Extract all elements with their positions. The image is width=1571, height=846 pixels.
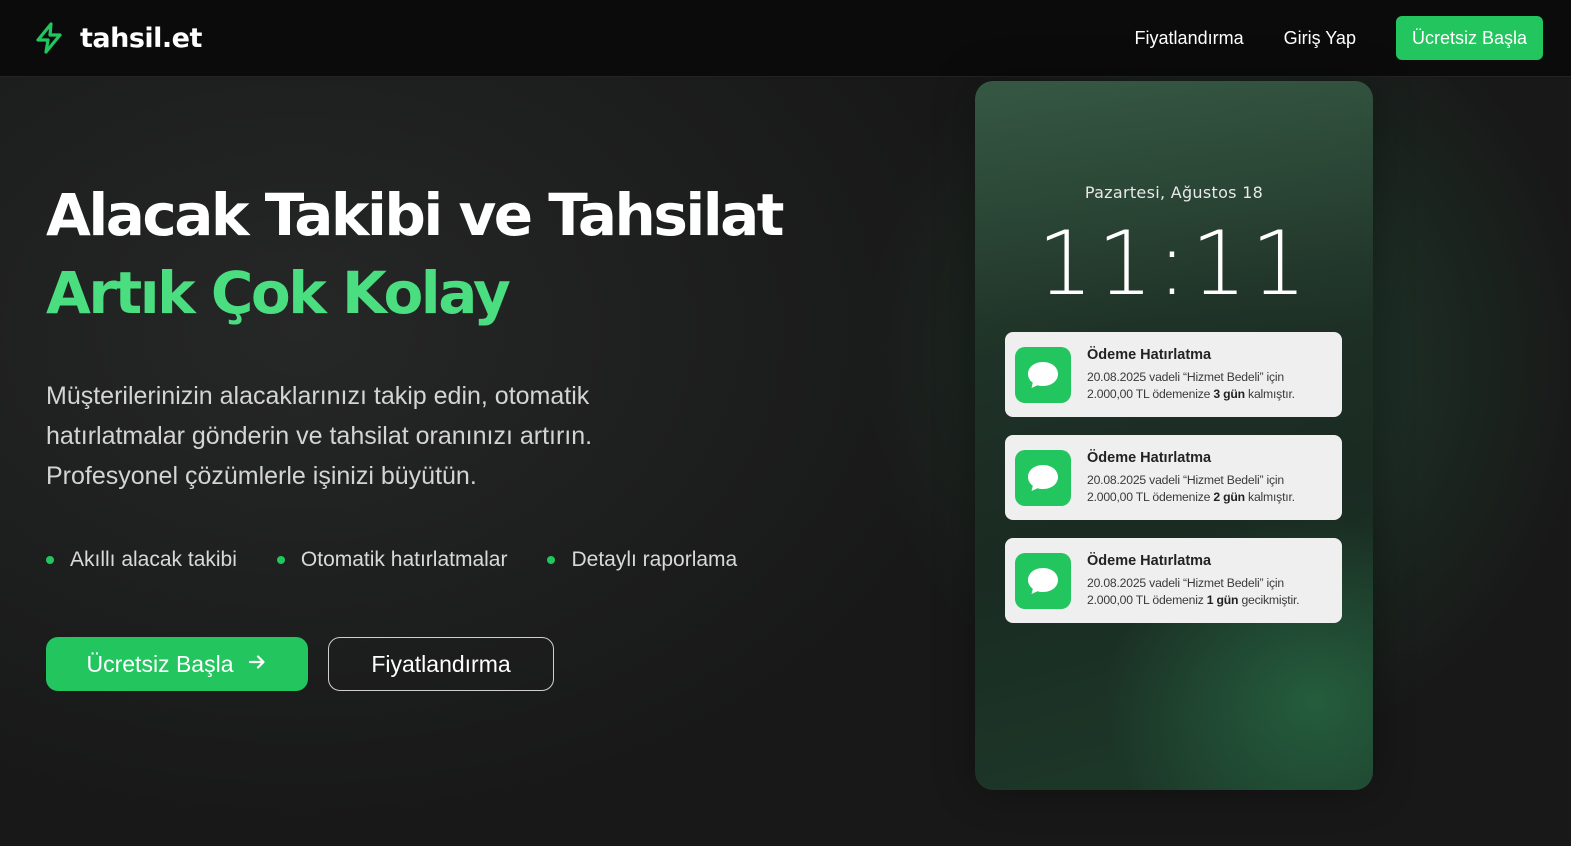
feature-label: Otomatik hatırlatmalar — [300, 548, 508, 571]
arrow-right-icon — [247, 651, 267, 678]
bullet-dot-icon — [46, 556, 54, 564]
bullet-dot-icon — [547, 556, 556, 564]
lightning-bolt-icon — [32, 21, 66, 55]
notification-line1: 20.08.2025 vadeli “Hizmet Bedeli” için — [1087, 575, 1284, 590]
pricing-button[interactable]: Fiyatlandırma — [328, 637, 554, 691]
notification-card: Ödeme Hatırlatma 20.08.2025 vadeli “Hizm… — [1005, 435, 1342, 520]
message-bubble-icon — [1015, 449, 1071, 506]
feature-label: Detaylı raporlama — [571, 548, 738, 571]
brand-logo[interactable]: tahsil.et — [32, 21, 202, 55]
landing-page: tahsil.et Fiyatlandırma Giriş Yap Ücrets… — [0, 0, 1571, 846]
lockscreen-time: 11:11 — [1037, 212, 1311, 315]
hero-actions: Ücretsiz Başla Fiyatlandırma — [46, 637, 554, 691]
notification-text: 20.08.2025 vadeli “Hizmet Bedeli” için 2… — [1087, 575, 1300, 609]
feature-item: Otomatik hatırlatmalar — [276, 548, 508, 572]
brand-name: tahsil.et — [80, 22, 202, 54]
bullet-dot-icon — [276, 556, 285, 564]
nav-pricing-link[interactable]: Fiyatlandırma — [1135, 28, 1244, 49]
notification-title: Ödeme Hatırlatma — [1087, 449, 1212, 466]
notification-line1: 20.08.2025 vadeli “Hizmet Bedeli” için — [1087, 369, 1284, 384]
start-free-label: Ücretsiz Başla — [86, 650, 234, 677]
lockscreen-date: Pazartesi, Ağustos 18 — [1084, 183, 1264, 202]
hero-title: Alacak Takibi ve Tahsilat Artık Çok Kola… — [46, 176, 784, 332]
notification-body: Ödeme Hatırlatma 20.08.2025 vadeli “Hizm… — [1087, 450, 1295, 506]
notification-title: Ödeme Hatırlatma — [1087, 346, 1212, 363]
notification-title: Ödeme Hatırlatma — [1087, 552, 1212, 569]
phone-mockup: Pazartesi, Ağustos 18 11:11 Ödeme Hatırl… — [975, 81, 1373, 790]
feature-item: Detaylı raporlama — [547, 548, 737, 572]
notification-line2: 2.000,00 TL ödemenize 2 gün kalmıştır. — [1087, 489, 1295, 504]
notification-line2: 2.000,00 TL ödemenize 3 gün kalmıştır. — [1087, 386, 1295, 401]
notification-line1: 20.08.2025 vadeli “Hizmet Bedeli” için — [1087, 472, 1284, 487]
feature-label: Akıllı alacak takibi — [70, 548, 237, 571]
notification-line2: 2.000,00 TL ödemeniz 1 gün gecikmiştir. — [1087, 592, 1300, 607]
message-bubble-icon — [1015, 346, 1071, 403]
start-free-button[interactable]: Ücretsiz Başla — [46, 637, 308, 691]
notification-text: 20.08.2025 vadeli “Hizmet Bedeli” için 2… — [1087, 472, 1295, 506]
feature-list: Akıllı alacak takibi Otomatik hatırlatma… — [46, 548, 777, 572]
nav-signup-button[interactable]: Ücretsiz Başla — [1395, 16, 1543, 60]
notification-text: 20.08.2025 vadeli “Hizmet Bedeli” için 2… — [1087, 369, 1295, 403]
main-nav: Fiyatlandırma Giriş Yap Ücretsiz Başla — [1135, 16, 1543, 60]
hero-description: Müşterilerinizin alacaklarınızı takip ed… — [46, 382, 593, 490]
nav-login-link[interactable]: Giriş Yap — [1284, 28, 1356, 49]
hero-title-line1: Alacak Takibi ve Tahsilat — [46, 181, 784, 249]
hero-title-line2: Artık Çok Kolay — [46, 259, 511, 327]
message-bubble-icon — [1015, 552, 1071, 609]
notification-body: Ödeme Hatırlatma 20.08.2025 vadeli “Hizm… — [1087, 347, 1295, 403]
notification-body: Ödeme Hatırlatma 20.08.2025 vadeli “Hizm… — [1087, 552, 1300, 609]
notification-card: Ödeme Hatırlatma 20.08.2025 vadeli “Hizm… — [1005, 538, 1342, 623]
top-navbar: tahsil.et Fiyatlandırma Giriş Yap Ücrets… — [0, 0, 1571, 77]
feature-item: Akıllı alacak takibi — [46, 548, 237, 572]
notification-card: Ödeme Hatırlatma 20.08.2025 vadeli “Hizm… — [1005, 332, 1342, 417]
